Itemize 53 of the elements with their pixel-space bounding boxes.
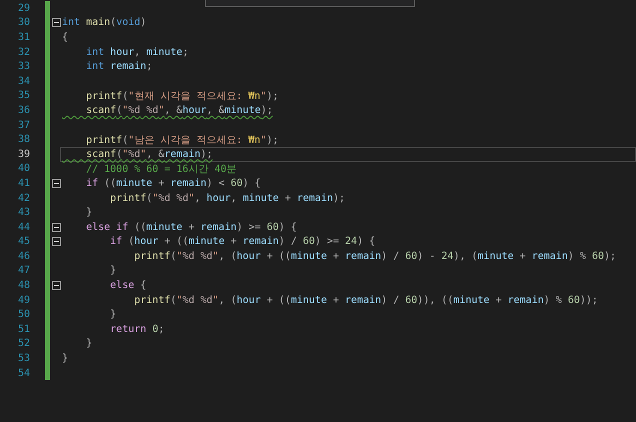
code-line: printf("%d %d", hour, minute + remain); (109, 192, 346, 204)
line-number: 51 (16, 324, 30, 335)
line-number: 41 (16, 178, 30, 189)
line-number: 30 (16, 17, 30, 28)
code-line: return 0; (109, 324, 164, 335)
line-number: 44 (16, 222, 30, 233)
line-number: 54 (16, 368, 30, 379)
line-number: 40 (16, 163, 30, 174)
code-line: printf("현재 시각을 적으세요: ₩n"); (85, 90, 278, 103)
code-line: else { (109, 280, 146, 292)
line-number: 49 (16, 294, 30, 306)
line-number: 50 (16, 309, 30, 320)
line-number: 38 (16, 134, 30, 146)
code-line: // 1000 % 60 = 16시간 40분 (85, 162, 236, 176)
code-line: { (62, 32, 68, 43)
line-number: 52 (16, 338, 30, 350)
code-line: printf("%d %d", (hour + ((minute + remain) / 60) - 24), (minute + remain) % 60); (133, 250, 616, 262)
collapse-icon[interactable] (52, 222, 61, 232)
code-line: printf("남은 시각을 적으세요: ₩n"); (85, 134, 278, 147)
line-number: 37 (16, 120, 30, 131)
code-line: } (109, 265, 116, 276)
line-number: 45 (16, 236, 30, 248)
code-line: else if ((minute + remain) >= 60) { (85, 222, 297, 233)
line-number: 39 (16, 148, 30, 160)
collapse-icon[interactable] (52, 237, 61, 246)
line-number: 46 (16, 250, 30, 262)
code-line: int remain; (85, 61, 152, 72)
code-line: int hour, minute; (85, 46, 188, 58)
collapse-icon[interactable] (52, 178, 61, 188)
line-number: 31 (16, 32, 30, 43)
code-line: scanf("%d %d", &hour, &minute); (85, 104, 273, 116)
line-number: 33 (16, 61, 30, 72)
line-number: 32 (16, 46, 30, 58)
code-line: int main(void) (62, 17, 146, 28)
line-number: 53 (16, 353, 30, 364)
code-line: } (109, 309, 116, 320)
line-number: 29 (16, 2, 30, 14)
code-line: } (85, 338, 92, 350)
collapse-icon[interactable] (52, 18, 61, 28)
code-line: } (62, 353, 68, 364)
line-number: 42 (16, 192, 30, 204)
line-number: 34 (16, 76, 30, 87)
line-number: 43 (16, 207, 30, 218)
code-line: if (hour + ((minute + remain) / 60) >= 24) { (109, 236, 376, 248)
line-number: 35 (16, 90, 30, 102)
collapse-icon[interactable] (52, 281, 61, 290)
line-number: 47 (16, 265, 30, 276)
code-line: if ((minute + remain) < 60) { (85, 178, 261, 189)
code-line: } (85, 207, 92, 218)
line-number: 36 (16, 104, 30, 116)
code-line: printf("%d %d", (hour + ((minute + remain) / 60)), ((minute + remain) % 60)); (133, 294, 598, 306)
code-line: scanf("%d", &remain); (85, 148, 213, 160)
line-number: 48 (16, 280, 30, 292)
